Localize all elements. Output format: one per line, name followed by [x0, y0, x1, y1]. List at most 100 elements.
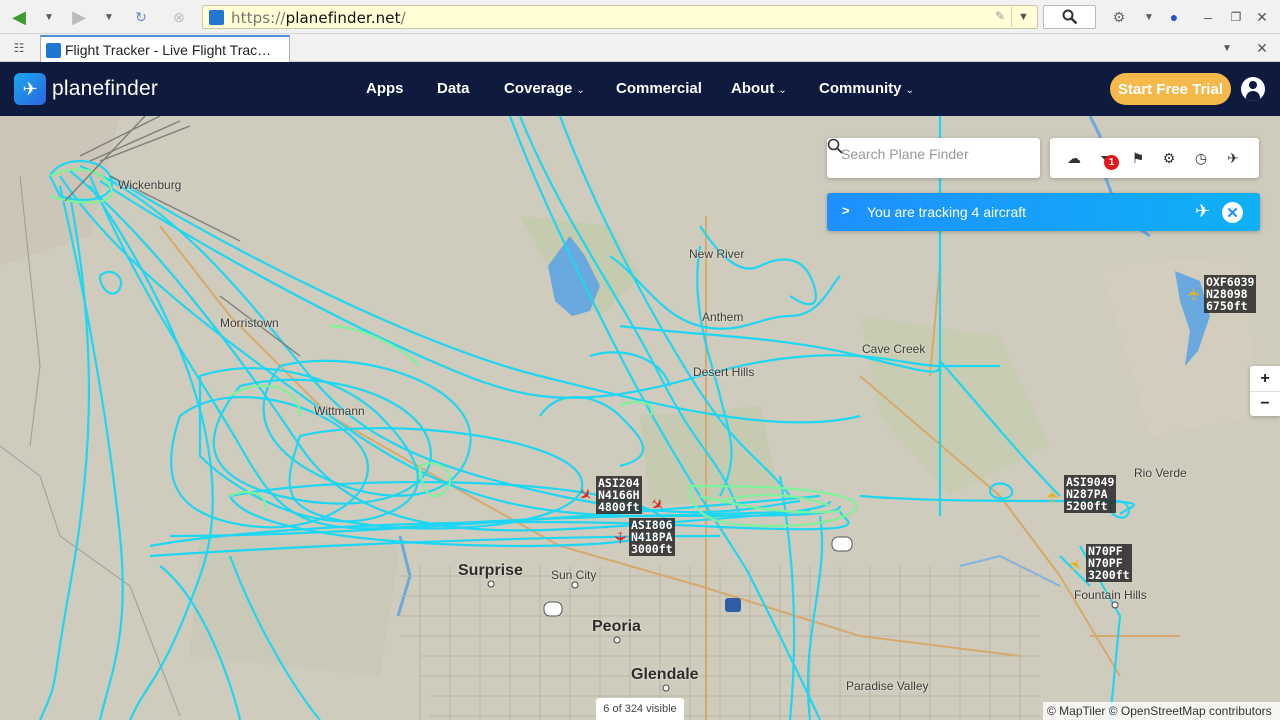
tab-title: Flight Tracker - Live Flight Trac… — [65, 42, 272, 58]
user-account-icon[interactable] — [1241, 77, 1265, 101]
aircraft-altitude: 6750ft — [1206, 299, 1248, 313]
water-layer — [396, 116, 1210, 617]
place-sun-city: Sun City — [551, 568, 597, 582]
search-input[interactable] — [841, 146, 1011, 162]
aircraft-label-asi9049[interactable]: ASI9049 N287PA 5200ft — [1064, 475, 1117, 513]
url-path: / — [400, 9, 406, 27]
aircraft-label-oxf6039[interactable]: OXF6039 N28098 6750ft — [1204, 275, 1257, 313]
aircraft-label-asi806[interactable]: ASI806 N418PA 3000ft — [629, 518, 675, 556]
extension-icon[interactable]: ⚙ — [1108, 6, 1130, 28]
planefinder-logo[interactable]: ✈ planefinder — [14, 73, 158, 105]
map-tools-panel: ☁ ⏷ ⚑ ⚙ ◷ ✈ — [1050, 138, 1259, 178]
tab-favicon-icon — [46, 43, 61, 58]
aircraft-altitude: 3000ft — [631, 542, 673, 556]
nav-community-label: Community — [819, 80, 902, 97]
restore-icon[interactable]: ❐ — [1225, 6, 1247, 28]
aircraft-altitude: 3200ft — [1088, 568, 1130, 582]
place-morristown: Morristown — [220, 316, 279, 330]
place-fountain-hills: Fountain Hills — [1074, 588, 1147, 602]
nav-data-label: Data — [437, 80, 470, 97]
visible-count-badge: 6 of 324 visible — [596, 698, 684, 720]
search-panel — [827, 138, 1040, 178]
aircraft-altitude: 5200ft — [1066, 499, 1108, 513]
nav-about-label: About — [731, 80, 775, 97]
stop-icon[interactable]: ⊗ — [168, 6, 190, 28]
aircraft-icon[interactable]: ✈ — [611, 531, 628, 544]
zoom-out-button[interactable]: − — [1250, 391, 1280, 416]
minimize-icon[interactable]: – — [1197, 6, 1219, 28]
url-bar[interactable]: https://planefinder.net/ ✎ ▼ — [202, 5, 1038, 29]
chevron-down-icon: ⌄ — [778, 85, 787, 96]
nav-commercial[interactable]: Commercial — [616, 80, 702, 97]
settings-icon[interactable]: ⚙ — [1161, 150, 1177, 166]
aircraft-altitude: 4800ft — [598, 500, 640, 514]
url-host: planefinder.net — [285, 9, 401, 27]
close-window-icon[interactable]: ✕ — [1251, 6, 1273, 28]
browser-globe-icon[interactable]: ● — [1163, 6, 1185, 28]
nav-apps-label: Apps — [366, 80, 404, 97]
tab-flight-tracker[interactable]: Flight Tracker - Live Flight Trac… — [40, 35, 290, 62]
filter-count-badge: 1 — [1104, 155, 1119, 170]
map-attribution[interactable]: © MapTiler © OpenStreetMap contributors — [1043, 702, 1280, 720]
reload-icon[interactable]: ↻ — [130, 6, 152, 28]
nav-coverage-label: Coverage — [504, 80, 573, 97]
nav-about[interactable]: About ⌄ — [731, 80, 787, 97]
aircraft-label-n70pf[interactable]: N70PF N70PF 3200ft — [1086, 544, 1132, 582]
aircraft-label-asi204[interactable]: ASI204 N4166H 4800ft — [596, 476, 642, 514]
nav-commercial-label: Commercial — [616, 80, 702, 97]
back-menu-chevron-icon[interactable]: ▼ — [38, 6, 60, 28]
site-header: ✈ planefinder Apps Data Coverage ⌄ Commer… — [0, 62, 1280, 116]
history-icon[interactable]: ◷ — [1193, 150, 1209, 166]
nav-data[interactable]: Data — [437, 80, 470, 97]
close-tracking-button[interactable]: ✕ — [1222, 202, 1243, 223]
flight-map[interactable]: Wickenburg Morristown Wittmann New River… — [0, 116, 1280, 720]
place-paradise-valley: Paradise Valley — [846, 679, 929, 693]
tab-bar: ☷ Flight Tracker - Live Flight Trac… ▼ ✕ — [0, 34, 1280, 62]
chevron-down-icon: ⌄ — [576, 85, 585, 96]
extension-menu-chevron-icon[interactable]: ▼ — [1138, 6, 1160, 28]
browser-toolbar: ◀ ▼ ▶ ▼ ↻ ⊗ https://planefinder.net/ ✎ ▼… — [0, 0, 1280, 34]
plane-logo-icon: ✈ — [14, 73, 46, 105]
nav-coverage[interactable]: Coverage ⌄ — [504, 80, 585, 97]
close-tab-icon[interactable]: ✕ — [1251, 37, 1273, 59]
tracking-banner[interactable]: > You are tracking 4 aircraft ✈ ✕ — [827, 193, 1260, 231]
place-peoria: Peoria — [592, 618, 641, 635]
place-desert-hills: Desert Hills — [693, 365, 755, 379]
nav-community[interactable]: Community ⌄ — [819, 80, 914, 97]
place-cave-creek: Cave Creek — [862, 342, 926, 356]
zoom-control: + − — [1250, 366, 1280, 416]
site-favicon-icon — [209, 10, 224, 25]
road-grid — [400, 566, 1040, 720]
tab-list-icon[interactable]: ☷ — [8, 37, 30, 59]
chevron-down-icon: ⌄ — [905, 85, 914, 96]
place-wickenburg: Wickenburg — [118, 178, 182, 192]
url-scheme: https:// — [231, 9, 286, 27]
url-dropdown-icon[interactable]: ▼ — [1011, 7, 1035, 27]
logo-text: planefinder — [52, 77, 159, 100]
chevron-right-icon[interactable]: > — [842, 203, 850, 218]
place-wittmann: Wittmann — [314, 404, 365, 418]
aircraft-icon[interactable]: ✈ — [1046, 489, 1063, 502]
plane-outline-icon: ✈ — [1195, 201, 1211, 221]
tab-overflow-chevron-icon[interactable]: ▼ — [1216, 37, 1238, 59]
bookmark-icon[interactable]: ⚑ — [1130, 150, 1146, 166]
start-free-trial-button[interactable]: Start Free Trial — [1110, 73, 1231, 105]
tracking-text: You are tracking 4 aircraft — [867, 204, 1027, 220]
zoom-in-button[interactable]: + — [1250, 366, 1280, 391]
forward-menu-chevron-icon[interactable]: ▼ — [98, 6, 120, 28]
place-glendale: Glendale — [631, 666, 699, 683]
back-icon[interactable]: ◀ — [8, 6, 30, 28]
search-icon[interactable] — [827, 138, 843, 154]
cloud-upload-icon[interactable]: ☁ — [1066, 150, 1082, 166]
magnifier-icon — [1062, 9, 1077, 25]
nav-apps[interactable]: Apps — [366, 80, 404, 97]
edit-icon: ✎ — [994, 9, 1005, 23]
browser-search-button[interactable] — [1043, 5, 1096, 29]
place-new-river: New River — [689, 247, 745, 261]
url-text[interactable]: https://planefinder.net/ — [231, 9, 406, 27]
place-surprise: Surprise — [458, 562, 523, 579]
aircraft-icon[interactable]: ✈ — [1225, 150, 1241, 166]
aircraft-icon[interactable]: ✈ — [1187, 287, 1204, 300]
place-anthem: Anthem — [702, 310, 744, 324]
forward-icon[interactable]: ▶ — [68, 6, 90, 28]
